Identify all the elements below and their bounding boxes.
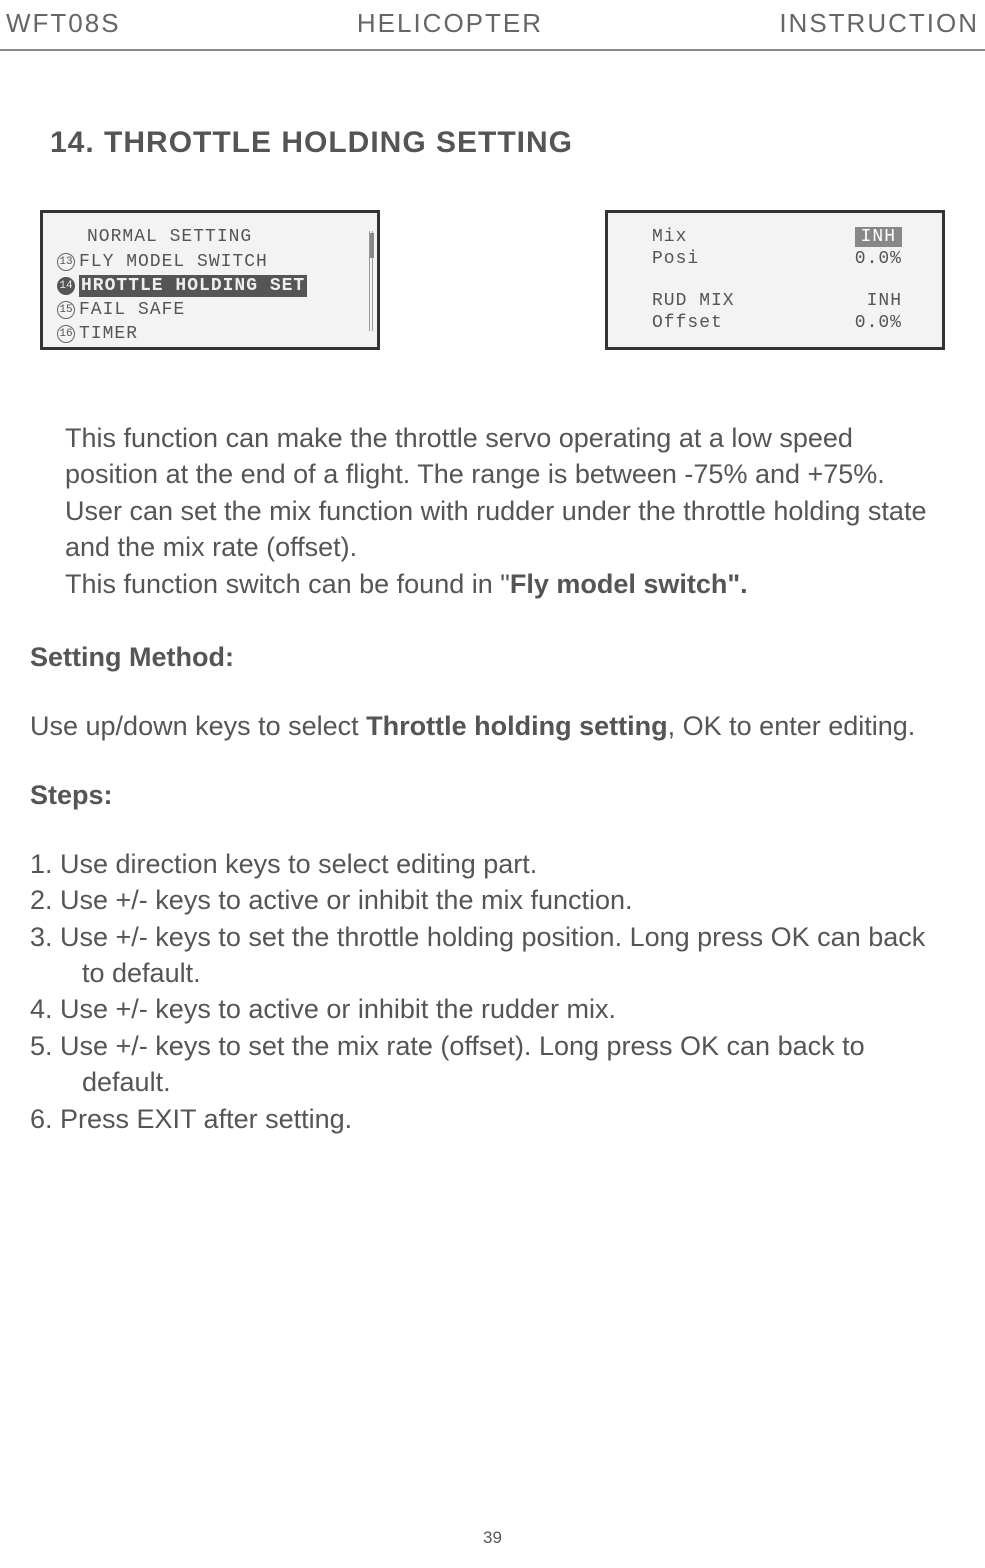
setting-method-text: Use up/down keys to select Throttle hold… <box>30 708 955 744</box>
scrollbar <box>369 231 373 331</box>
instruction-part-b: Throttle holding setting <box>366 711 667 741</box>
setting-row-rudmix: RUD MIX INH <box>622 291 932 311</box>
menu-item-14: 14 HROTTLE HOLDING SET <box>57 275 367 297</box>
step-3: 3. Use +/- keys to set the throttle hold… <box>30 919 955 992</box>
setting-row-offset: Offset 0.0% <box>622 313 932 333</box>
step-4: 4. Use +/- keys to active or inhibit the… <box>30 991 955 1027</box>
instruction-part-a: Use up/down keys to select <box>30 711 366 741</box>
setting-row-spacer <box>622 271 932 289</box>
setting-value: 0.0% <box>855 249 902 269</box>
step-5: 5. Use +/- keys to set the mix rate (off… <box>30 1028 955 1101</box>
setting-value: INH <box>867 291 902 311</box>
menu-number-icon: 14 <box>57 277 75 295</box>
menu-text: FLY MODEL SWITCH <box>79 251 268 273</box>
description-p3c: ". <box>727 569 747 599</box>
setting-label: Offset <box>652 313 723 333</box>
lcd-screen-menu: NORMAL SETTING 13 FLY MODEL SWITCH 14 HR… <box>40 210 380 350</box>
setting-value-highlighted: INH <box>855 227 902 247</box>
scrollbar-thumb <box>370 233 374 258</box>
description-p1: This function can make the throttle serv… <box>65 423 885 489</box>
menu-item-15: 15 FAIL SAFE <box>57 299 367 321</box>
header-center: HELICOPTER <box>357 8 543 39</box>
menu-number-icon: 13 <box>57 253 75 271</box>
description-p3a: This function switch can be found in " <box>65 569 510 599</box>
setting-row-mix: Mix INH <box>622 227 932 247</box>
menu-text-selected: HROTTLE HOLDING SET <box>79 275 307 297</box>
menu-item-13: 13 FLY MODEL SWITCH <box>57 251 367 273</box>
section-title: 14. THROTTLE HOLDING SETTING <box>50 126 955 160</box>
header-right: INSTRUCTION <box>779 8 979 39</box>
description-p3b: Fly model switch <box>510 569 728 599</box>
menu-item-16: 16 TIMER <box>57 323 367 345</box>
steps-heading: Steps: <box>30 780 955 811</box>
menu-text: TIMER <box>79 323 138 345</box>
step-6: 6. Press EXIT after setting. <box>30 1101 955 1137</box>
description-p2: User can set the mix function with rudde… <box>65 496 926 562</box>
step-2: 2. Use +/- keys to active or inhibit the… <box>30 882 955 918</box>
page-number: 39 <box>483 1528 502 1548</box>
setting-row-posi: Posi 0.0% <box>622 249 932 269</box>
setting-label: Mix <box>652 227 687 247</box>
screen-menu-title: NORMAL SETTING <box>87 227 367 247</box>
setting-label: Posi <box>652 249 699 269</box>
menu-number-icon: 16 <box>57 325 75 343</box>
header-left: WFT08S <box>6 8 121 39</box>
menu-number-icon: 15 <box>57 301 75 319</box>
setting-method-heading: Setting Method: <box>30 642 955 673</box>
menu-text: FAIL SAFE <box>79 299 185 321</box>
description-text: This function can make the throttle serv… <box>65 420 945 602</box>
step-1: 1. Use direction keys to select editing … <box>30 846 955 882</box>
steps-list: 1. Use direction keys to select editing … <box>30 846 955 1138</box>
lcd-screen-settings: Mix INH Posi 0.0% RUD MIX INH Offset 0.0… <box>605 210 945 350</box>
setting-label: RUD MIX <box>652 291 735 311</box>
lcd-screens-row: NORMAL SETTING 13 FLY MODEL SWITCH 14 HR… <box>40 210 945 350</box>
page-header: WFT08S HELICOPTER INSTRUCTION <box>0 0 985 51</box>
content-area: 14. THROTTLE HOLDING SETTING NORMAL SETT… <box>0 126 985 1137</box>
setting-value: 0.0% <box>855 313 902 333</box>
instruction-part-c: , OK to enter editing. <box>668 711 916 741</box>
